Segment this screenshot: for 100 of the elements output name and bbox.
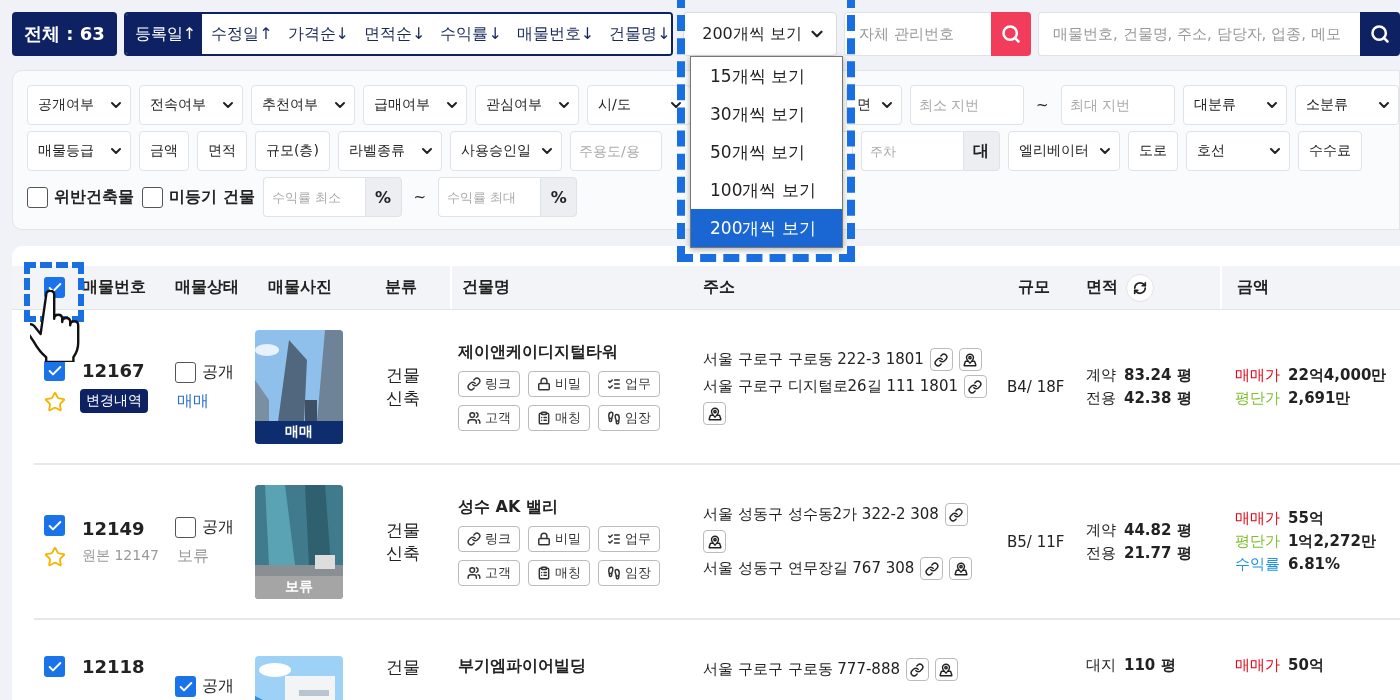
column-header: 매물사진	[268, 277, 332, 298]
input-field[interactable]: 수익률 최대	[438, 177, 541, 217]
filter-dropdown[interactable]: 대분류	[1182, 85, 1287, 125]
filter-dropdown[interactable]: 급매여부	[363, 85, 467, 125]
filter-dropdown[interactable]: 관심여부	[475, 85, 579, 125]
tag-button[interactable]: 링크	[458, 371, 520, 397]
lock-icon	[537, 532, 551, 546]
input-field[interactable]: 최대 지번	[1060, 85, 1175, 125]
photo-label: 보류	[255, 575, 343, 599]
price-value: 22억4,000만	[1288, 365, 1387, 385]
area-label: 계약	[1086, 365, 1116, 385]
filter-dropdown[interactable]: 공개여부	[27, 85, 131, 125]
checkbox[interactable]	[44, 656, 65, 677]
checkbox[interactable]	[175, 516, 196, 538]
tag-button[interactable]: 임장	[598, 560, 660, 586]
checkbox[interactable]	[175, 361, 196, 383]
tag-button[interactable]: 고객	[458, 560, 520, 586]
checkbox[interactable]	[44, 515, 65, 536]
page-size-select[interactable]: 200개씩 보기	[683, 12, 837, 56]
checkbox[interactable]	[175, 676, 196, 697]
map-button[interactable]	[935, 658, 958, 681]
filter-dropdown[interactable]: 호선	[1185, 131, 1290, 171]
tag-button[interactable]: 비밀	[528, 371, 590, 397]
link-button[interactable]	[963, 375, 987, 398]
link-button[interactable]	[920, 557, 944, 580]
checkbox[interactable]	[27, 186, 48, 208]
clipboard-icon	[537, 566, 551, 580]
menu-item[interactable]: 15개씩 보기	[691, 57, 842, 95]
building-name: 제이앤케이디지털타워	[458, 342, 619, 363]
column-header: 금액	[1237, 277, 1269, 298]
checkbox-label: 위반건축물	[54, 186, 134, 208]
area-value: 44.82 평	[1124, 520, 1192, 540]
menu-item[interactable]: 200개씩 보기	[691, 209, 842, 247]
price-label: 매매가	[1235, 656, 1280, 675]
link-button[interactable]	[944, 503, 968, 526]
menu-item[interactable]: 50개씩 보기	[691, 133, 842, 171]
map-button[interactable]	[949, 557, 973, 580]
column-header: 매물번호	[82, 277, 146, 298]
input-field[interactable]: 수익률 최소	[262, 177, 365, 217]
map-button[interactable]	[703, 530, 726, 553]
search-button[interactable]	[1360, 12, 1400, 56]
tag-button[interactable]: 매칭	[528, 405, 590, 431]
checkbox[interactable]	[142, 186, 163, 208]
refresh-button[interactable]	[1126, 273, 1154, 302]
link-button[interactable]	[906, 658, 929, 681]
unit-label: 대	[962, 131, 1000, 171]
column-header: 건물명	[462, 277, 510, 298]
link-button[interactable]	[929, 348, 953, 371]
range-separator: ~	[412, 188, 428, 206]
tag-button[interactable]: 매칭	[528, 560, 590, 586]
filter-button[interactable]: 수수료	[1297, 131, 1362, 171]
filter-button[interactable]: 면적	[197, 131, 247, 171]
star-icon[interactable]	[44, 391, 66, 413]
checkbox[interactable]	[44, 360, 65, 381]
listing-number: 12149	[82, 518, 146, 539]
search-icon	[1370, 24, 1390, 44]
checkbox-label: 공개	[202, 361, 234, 383]
search-field[interactable]: 매물번호, 건물명, 주소, 담당자, 업종, 메모	[1038, 12, 1360, 56]
menu-item[interactable]: 30개씩 보기	[691, 95, 842, 133]
tag-button[interactable]: 임장	[598, 405, 660, 431]
map-button[interactable]	[703, 402, 726, 425]
sort-option[interactable]: 등록일↑	[125, 14, 203, 54]
input-field[interactable]: 최소 지번	[910, 85, 1024, 125]
filter-button[interactable]: 금액	[139, 131, 189, 171]
map-button[interactable]	[958, 348, 982, 371]
filter-dropdown[interactable]: 시/도	[587, 85, 691, 125]
area-value: 110 평	[1124, 656, 1176, 675]
input-field[interactable]: 주용도/용	[569, 131, 662, 171]
tag-button[interactable]: 업무	[598, 526, 660, 552]
filter-dropdown[interactable]: 전속여부	[139, 85, 243, 125]
filter-dropdown[interactable]: 추천여부	[251, 85, 355, 125]
column-header: 면적	[1086, 277, 1118, 298]
filter-dropdown[interactable]: 라벨종류	[337, 131, 442, 171]
menu-item[interactable]: 100개씩 보기	[691, 171, 842, 209]
tag-button[interactable]: 업무	[598, 371, 660, 397]
tag-button[interactable]: 링크	[458, 526, 520, 552]
area-label: 대지	[1086, 656, 1116, 675]
listing-number: 12118	[82, 656, 146, 677]
filter-button[interactable]: 규모(층)	[255, 131, 330, 171]
filter-dropdown[interactable]: 엘리베이터	[1007, 131, 1120, 171]
filter-dropdown[interactable]: 소분류	[1294, 85, 1399, 125]
tag-button[interactable]: 비밀	[528, 526, 590, 552]
tag-button[interactable]: 고객	[458, 405, 520, 431]
search-field[interactable]: 자체 관리번호	[844, 12, 991, 56]
footprints-icon	[607, 566, 621, 580]
link-icon	[910, 662, 925, 677]
change-history-badge[interactable]: 변경내역	[80, 389, 148, 413]
deal-status: 보류	[176, 545, 210, 567]
input-field[interactable]: 주차	[860, 131, 963, 171]
price-value: 2,691만	[1288, 388, 1351, 408]
filter-button[interactable]: 도로	[1127, 131, 1178, 171]
price-value: 55억	[1288, 509, 1324, 528]
price-label: 평단가	[1235, 388, 1280, 408]
filter-dropdown[interactable]: 사용승인일	[449, 131, 562, 171]
link-icon	[968, 379, 983, 394]
price-value: 6.81%	[1288, 555, 1341, 574]
building-name: 부기엠파이어빌딩	[458, 656, 587, 677]
link-icon	[934, 352, 949, 367]
star-icon[interactable]	[44, 546, 66, 568]
filter-dropdown[interactable]: 매물등급	[27, 131, 131, 171]
